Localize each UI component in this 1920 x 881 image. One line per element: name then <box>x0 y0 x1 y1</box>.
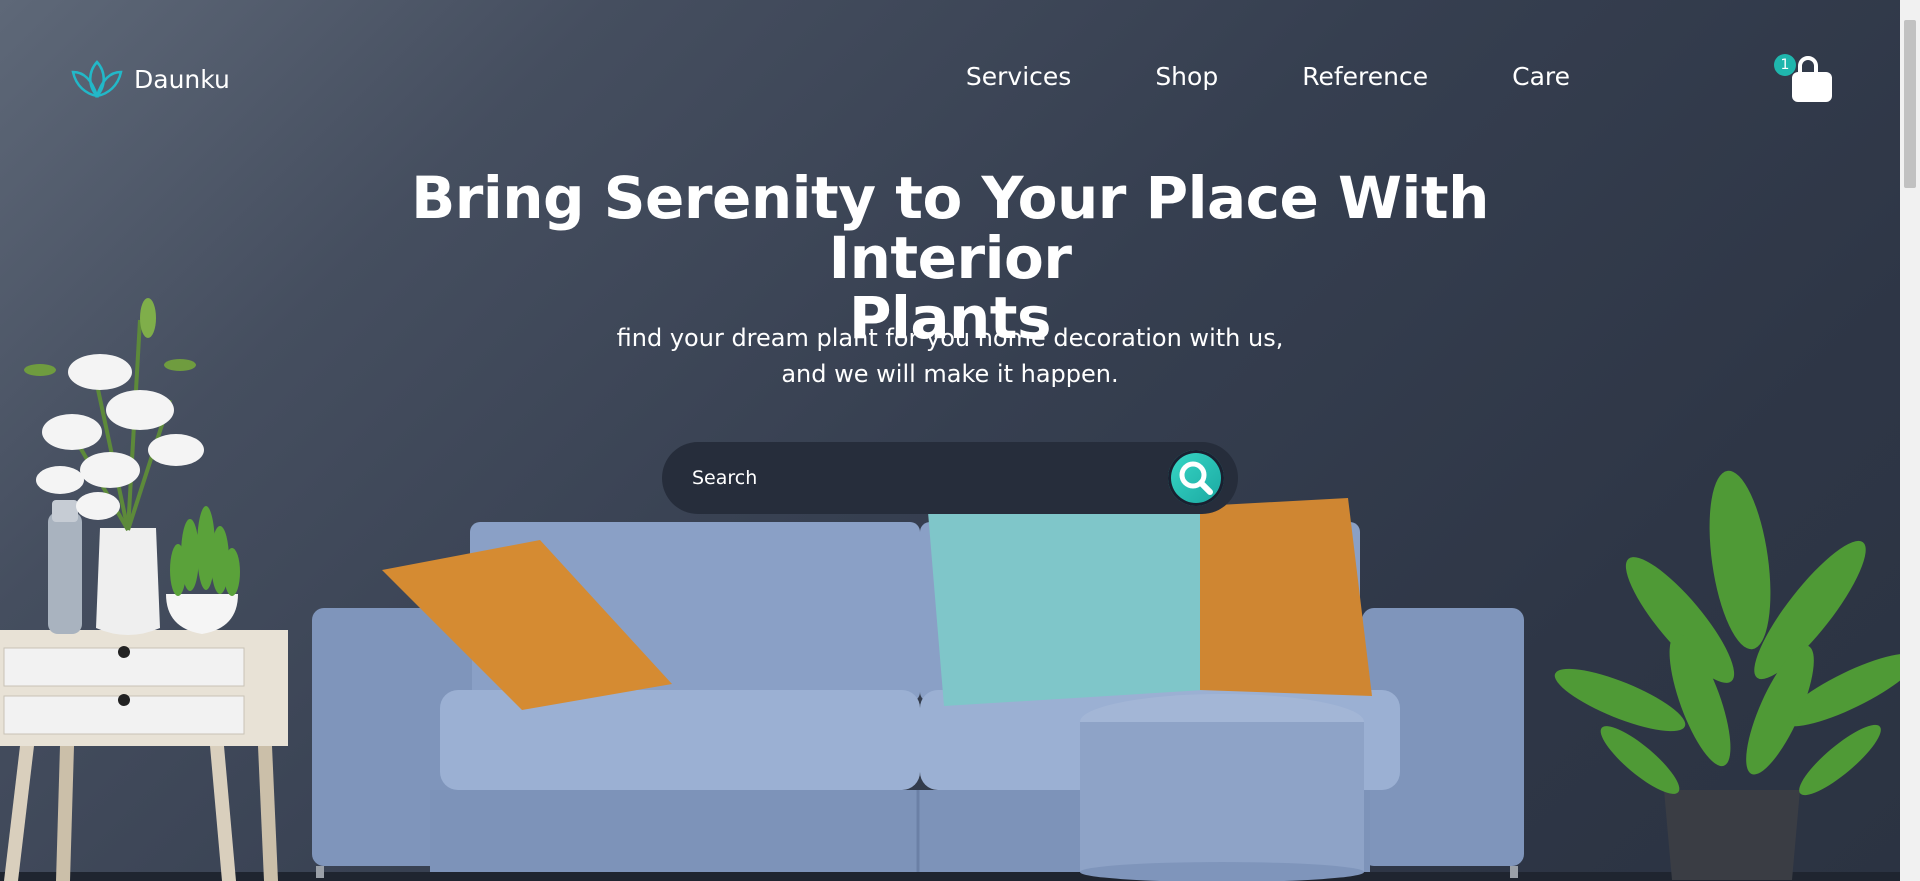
search-icon <box>1179 461 1213 495</box>
lotus-logo-icon <box>71 60 123 98</box>
scrollbar-thumb[interactable] <box>1904 20 1916 188</box>
search-button[interactable] <box>1168 450 1224 506</box>
brand-name: Daunku <box>134 64 230 94</box>
brand-logo[interactable]: Daunku <box>70 58 230 100</box>
side-table <box>0 630 288 881</box>
cart-button[interactable]: 1 <box>1774 54 1836 104</box>
nav-item-services[interactable]: Services <box>966 62 1071 91</box>
hero-section: Daunku Services Shop Reference Care 1 Br… <box>0 0 1900 881</box>
hero-subheadline-line1: find your dream plant for you home decor… <box>616 324 1284 352</box>
nav-item-care[interactable]: Care <box>1512 62 1570 91</box>
search-input[interactable] <box>662 467 1122 489</box>
search-bar <box>662 442 1238 514</box>
potted-plant-right <box>1554 470 1900 880</box>
main-nav: Services Shop Reference Care <box>966 62 1570 91</box>
hero-subheadline: find your dream plant for you home decor… <box>500 320 1400 392</box>
hero-headline-line1: Bring Serenity to Your Place With Interi… <box>411 164 1489 292</box>
cart-count-badge: 1 <box>1774 54 1796 76</box>
sofa <box>312 498 1524 881</box>
nav-item-reference[interactable]: Reference <box>1302 62 1428 91</box>
nav-item-shop[interactable]: Shop <box>1155 62 1218 91</box>
living-room-illustration <box>0 298 1900 881</box>
hero-subheadline-line2: and we will make it happen. <box>781 360 1119 388</box>
page-scrollbar[interactable] <box>1900 0 1920 881</box>
